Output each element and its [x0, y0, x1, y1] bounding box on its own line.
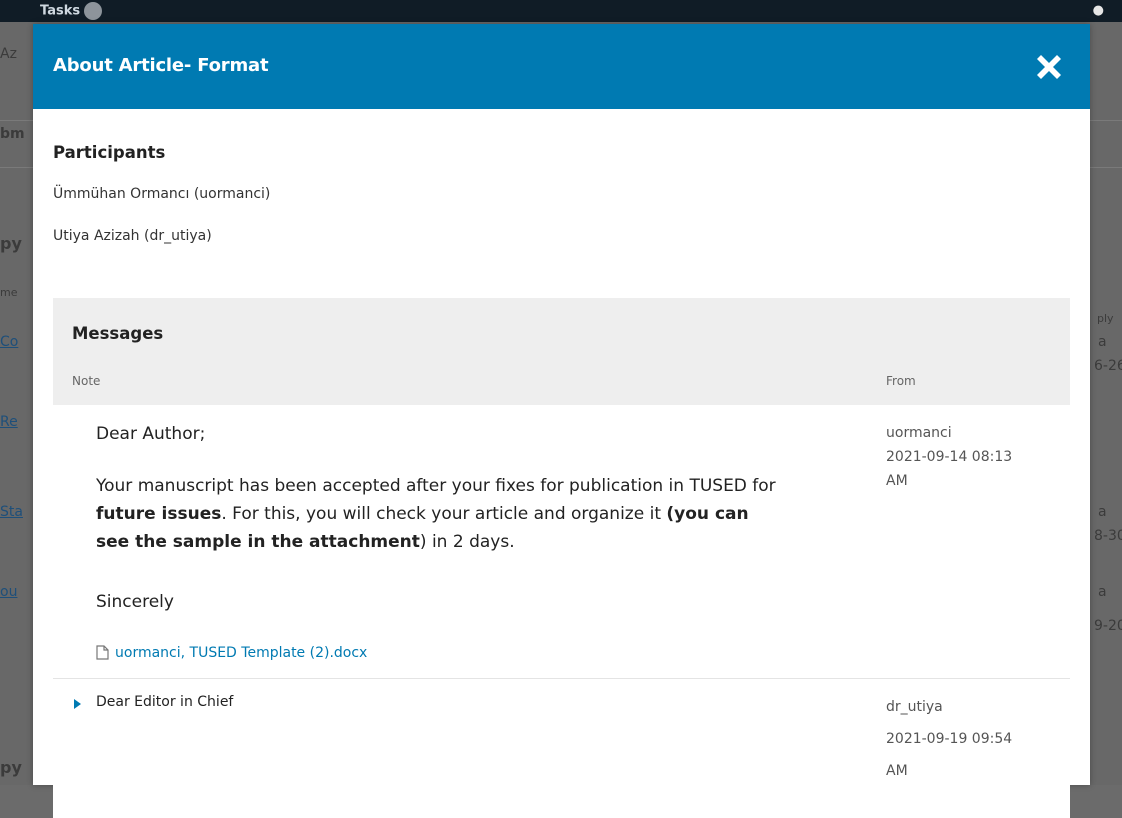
close-icon: [1037, 55, 1061, 79]
attachment-link[interactable]: uormanci, TUSED Template (2).docx: [96, 645, 367, 661]
bg-text: Az: [0, 46, 17, 62]
bg-text: me: [0, 286, 18, 299]
expand-triangle-icon[interactable]: [74, 699, 81, 709]
bg-link[interactable]: Co: [0, 334, 18, 350]
message-greeting: Dear Author;: [96, 424, 206, 444]
modal-title: About Article- Format: [53, 55, 269, 76]
participant-item: Utiya Azizah (dr_utiya): [53, 228, 212, 244]
note-column-header: Note: [72, 374, 101, 388]
message-sender: uormanci 2021-09-14 08:13 AM: [886, 421, 1012, 493]
help-icon[interactable]: ●: [1093, 3, 1104, 18]
bg-text: py: [0, 234, 22, 253]
bg-text: 6-26: [1094, 358, 1122, 374]
tasks-menu[interactable]: Tasks: [40, 2, 103, 20]
message-time-suffix: AM: [886, 763, 908, 779]
bg-text: bm: [0, 126, 25, 142]
from-column-header: From: [886, 374, 916, 388]
bg-text: a: [1098, 504, 1107, 520]
bg-link[interactable]: Re: [0, 414, 18, 430]
about-article-modal: About Article- Format Participants Ümmüh…: [33, 24, 1090, 818]
message-sender: dr_utiya 2021-09-19 09:54 AM: [886, 691, 1012, 787]
modal-header: About Article- Format: [33, 24, 1090, 109]
message-closing: Sincerely: [96, 592, 174, 612]
bg-text: ply: [1097, 312, 1114, 325]
bg-text: a: [1098, 584, 1107, 600]
participant-item: Ümmühan Ormancı (uormanci): [53, 186, 271, 202]
messages-heading: Messages: [72, 324, 164, 343]
sender-name: uormanci: [886, 425, 952, 441]
bg-text: a: [1098, 334, 1107, 350]
bg-text: 8-30: [1094, 528, 1122, 544]
message-preview: Dear Editor in Chief: [96, 694, 234, 710]
sender-name: dr_utiya: [886, 699, 943, 715]
bg-text: 9-20: [1094, 618, 1122, 634]
close-button[interactable]: [1032, 50, 1066, 84]
top-navbar: Tasks ●: [0, 0, 1122, 22]
message-date: 2021-09-19 09:54: [886, 731, 1013, 747]
message-date: 2021-09-14 08:13: [886, 449, 1013, 465]
file-icon: [96, 645, 109, 660]
message-body: Your manuscript has been accepted after …: [96, 476, 776, 552]
messages-panel: Messages Note From Dear Author; Your man…: [53, 298, 1070, 818]
message-row-collapsed[interactable]: Dear Editor in Chief dr_utiya 2021-09-19…: [53, 679, 1070, 818]
message-time-suffix: AM: [886, 473, 908, 489]
message-row-expanded[interactable]: Dear Author; Your manuscript has been ac…: [53, 405, 1070, 678]
tasks-count-badge: [84, 2, 103, 20]
bg-link[interactable]: ou: [0, 584, 17, 600]
bg-text: py: [0, 758, 22, 777]
bg-link[interactable]: Sta: [0, 504, 23, 520]
participants-heading: Participants: [53, 143, 166, 162]
